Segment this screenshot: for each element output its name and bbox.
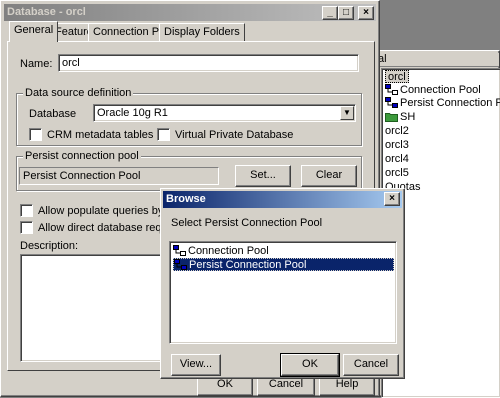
datasource-group-label: Data source definition	[23, 87, 134, 99]
crm-label: CRM metadata tables	[47, 129, 154, 141]
persist-connection-pool-icon	[174, 259, 187, 270]
browse-list[interactable]: Connection Pool Persist Connection Pool	[169, 241, 397, 344]
browse-prompt: Select Persist Connection Pool	[171, 217, 323, 229]
connection-pool-icon	[173, 245, 186, 256]
name-field[interactable]: orcl	[58, 54, 359, 72]
list-item-orcl3[interactable]: orcl3	[385, 139, 409, 152]
list-item-orcl5[interactable]: orcl5	[385, 167, 409, 180]
persist-group-label: Persist connection pool	[23, 150, 141, 162]
browse-dialog-title: Browse	[166, 193, 206, 205]
browse-item-connection-pool[interactable]: Connection Pool	[173, 245, 269, 258]
database-label: Database	[29, 108, 77, 120]
name-label: Name:	[20, 58, 53, 70]
list-item-persist-connection-pool[interactable]: Persist Connection Pool	[385, 97, 500, 110]
crm-checkbox[interactable]	[29, 128, 42, 141]
browse-dialog-titlebar[interactable]: Browse ×	[163, 191, 402, 208]
datasource-group: Data source definition Database Oracle 1…	[16, 87, 362, 146]
database-select[interactable]: Oracle 10g R1 ▼	[93, 104, 356, 122]
browse-ok-button[interactable]: OK	[280, 353, 340, 377]
allow-direct-checkbox[interactable]	[20, 221, 33, 234]
connection-pool-icon	[385, 84, 398, 95]
description-label: Description:	[20, 240, 79, 252]
panel-header: al	[375, 53, 499, 67]
view-button[interactable]: View...	[171, 354, 221, 376]
clear-button[interactable]: Clear	[301, 165, 357, 187]
allow-populate-checkbox[interactable]	[20, 204, 33, 217]
browse-dialog: Browse × Select Persist Connection Pool …	[160, 188, 405, 379]
browse-item-persist-connection-pool[interactable]: Persist Connection Pool	[173, 258, 394, 271]
persist-group: Persist connection pool Persist Connecti…	[16, 150, 362, 191]
close-button[interactable]: ×	[358, 6, 374, 20]
vpd-checkbox[interactable]	[157, 128, 170, 141]
folder-icon	[385, 113, 398, 122]
persist-field: Persist Connection Pool	[19, 167, 219, 185]
list-item-orcl2[interactable]: orcl2	[385, 125, 409, 138]
minimize-button[interactable]: _	[322, 6, 338, 20]
list-item-orcl4[interactable]: orcl4	[385, 153, 409, 166]
database-dialog-title: Database - orcl	[7, 6, 86, 18]
list-item-sh[interactable]: SH	[385, 111, 415, 124]
list-item-connection-pool[interactable]: Connection Pool	[385, 84, 481, 97]
list-item-orcl[interactable]: orcl	[385, 70, 409, 83]
maximize-button[interactable]: □	[338, 6, 354, 20]
browse-close-button[interactable]: ×	[384, 192, 400, 206]
set-button[interactable]: Set...	[235, 165, 291, 187]
tab-general[interactable]: General	[9, 21, 59, 42]
tab-display-folders[interactable]: Display Folders	[159, 23, 245, 41]
chevron-down-icon[interactable]: ▼	[340, 106, 354, 120]
database-dialog-titlebar[interactable]: Database - orcl _ □ ×	[4, 4, 376, 21]
vpd-label: Virtual Private Database	[175, 129, 294, 141]
persist-connection-pool-icon	[385, 97, 398, 108]
browse-cancel-button[interactable]: Cancel	[343, 354, 399, 376]
